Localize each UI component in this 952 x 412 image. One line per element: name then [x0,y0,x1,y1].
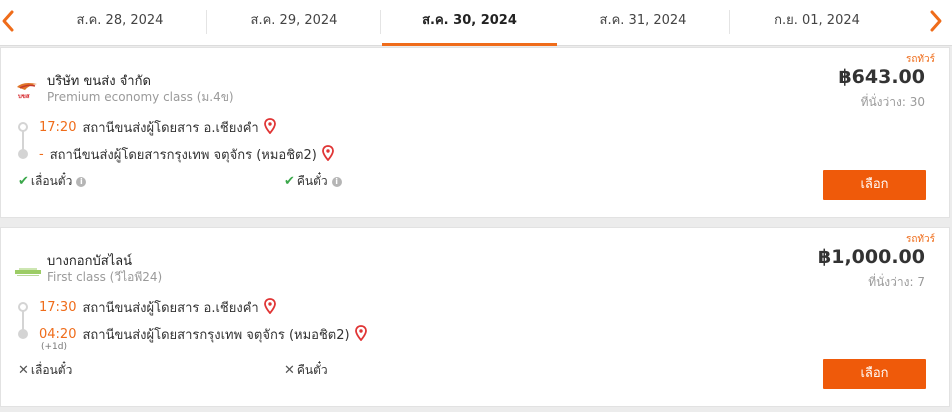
arrival-time: - [39,147,44,162]
date-tab-4[interactable]: ส.ค. 31, 2024 [557,0,730,46]
info-icon[interactable]: i [331,176,342,187]
trip-price: ฿643.00 [838,66,925,88]
trip-card: รถทัวร์ บางกอกบัสไลน์ First class (วีไอพ… [0,227,950,407]
chevron-right-icon[interactable] [926,6,948,36]
bus-type-label: รถทัวร์ [905,234,935,245]
arrival-stop: - สถานีขนส่งผู้โดยสารกรุงเทพ จตุจักร (หม… [39,144,334,165]
next-day-indicator: (+1d) [41,342,68,352]
arrival-station: สถานีขนส่งผู้โดยสารกรุงเทพ จตุจักร (หมอช… [82,328,350,343]
bus-type-label: รถทัวร์ [905,54,935,65]
amenity-label: คืนตั๋ว [296,363,328,377]
map-pin-icon[interactable] [321,144,334,165]
arrival-dot [18,329,28,339]
departure-station: สถานีขนส่งผู้โดยสาร อ.เชียงคำ [82,121,259,136]
cross-icon: ✕ [18,363,29,378]
date-tab-5[interactable]: ก.ย. 01, 2024 [731,0,903,46]
date-tab-3-active[interactable]: ส.ค. 30, 2024 [382,0,557,46]
departure-dot [18,122,28,132]
operator-logo: บขส [15,81,39,103]
arrival-time: 04:20 [39,327,77,342]
date-tab-1[interactable]: ส.ค. 28, 2024 [34,0,207,46]
amenity-refund: ✔ คืนตั๋ว i [284,172,342,191]
seat-class: First class (วีไอพี24) [47,270,163,284]
arrival-dot [18,149,28,159]
amenity-label: คืนตั๋ว [296,174,328,188]
seat-class: Premium economy class (ม.4ข) [47,90,234,104]
departure-dot [18,302,28,312]
departure-stop: 17:20 สถานีขนส่งผู้โดยสาร อ.เชียงคำ [39,117,276,138]
arrival-stop: 04:20 สถานีขนส่งผู้โดยสารกรุงเทพ จตุจักร… [39,324,367,345]
operator-logo [15,264,41,283]
departure-time: 17:20 [39,120,77,135]
arrival-station: สถานีขนส่งผู้โดยสารกรุงเทพ จตุจักร (หมอช… [49,148,317,163]
check-icon: ✔ [284,174,295,189]
amenity-label: เลื่อนตั๋ว [30,363,73,377]
amenity-reschedule: ✔ เลื่อนตั๋ว i [18,172,87,191]
svg-text:บขส: บขส [18,93,30,99]
check-icon: ✔ [18,174,29,189]
chevron-left-icon[interactable] [0,6,22,36]
departure-station: สถานีขนส่งผู้โดยสาร อ.เชียงคำ [82,301,259,316]
date-tab-2[interactable]: ส.ค. 29, 2024 [208,0,381,46]
trip-price: ฿1,000.00 [818,246,925,268]
map-pin-icon[interactable] [263,117,276,138]
date-selector-bar: ส.ค. 28, 2024 ส.ค. 29, 2024 ส.ค. 30, 202… [0,0,952,46]
info-icon[interactable]: i [76,176,87,187]
seats-available: ที่นั่งว่าง: 30 [860,95,925,109]
trip-card: รถทัวร์ บขส บริษัท ขนส่ง จำกัด Premium e… [0,47,950,218]
amenity-refund: ✕ คืนตั๋ว [284,361,328,380]
amenity-reschedule: ✕ เลื่อนตั๋ว [18,361,72,380]
select-trip-button[interactable]: เลือก [823,359,926,389]
map-pin-icon[interactable] [354,324,367,345]
seats-available: ที่นั่งว่าง: 7 [868,275,925,289]
select-trip-button[interactable]: เลือก [823,170,926,200]
departure-time: 17:30 [39,300,77,315]
amenity-label: เลื่อนตั๋ว [30,174,73,188]
departure-stop: 17:30 สถานีขนส่งผู้โดยสาร อ.เชียงคำ [39,297,276,318]
map-pin-icon[interactable] [263,297,276,318]
cross-icon: ✕ [284,363,295,378]
